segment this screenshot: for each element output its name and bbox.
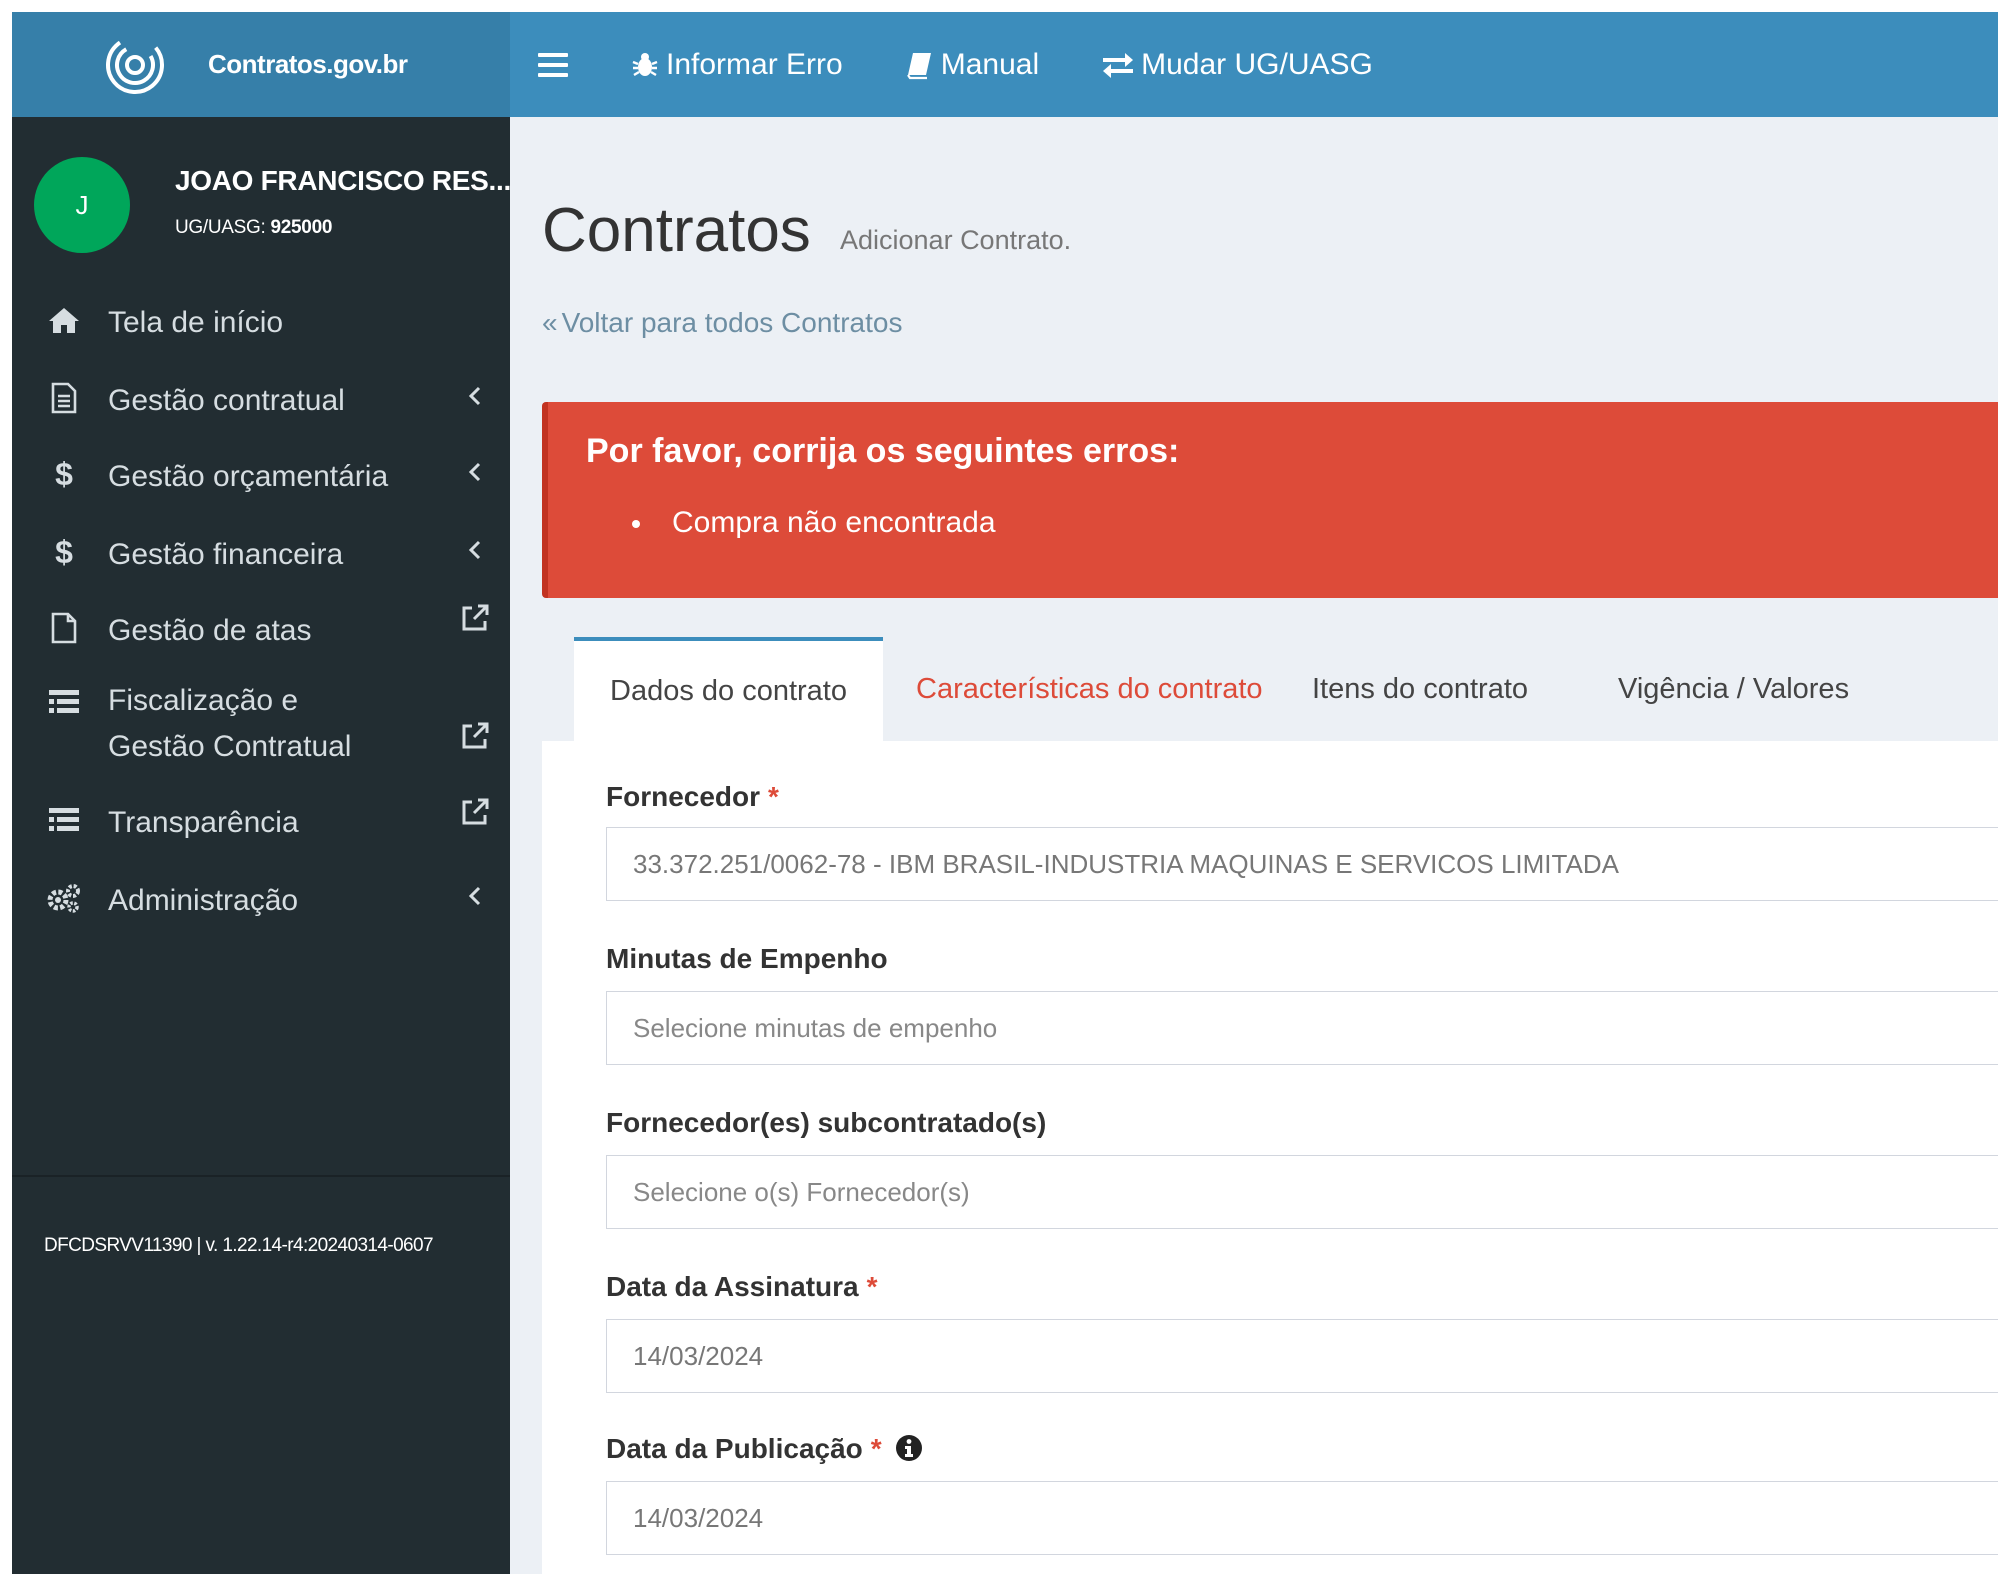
sidebar-item-transparencia[interactable]: Transparência bbox=[12, 792, 510, 852]
tab-dados-do-contrato[interactable]: Dados do contrato bbox=[574, 637, 883, 741]
page-title: Contratos bbox=[542, 196, 811, 265]
required-mark: * bbox=[870, 1433, 882, 1464]
page-subtitle: Adicionar Contrato. bbox=[840, 225, 1072, 255]
sidebar-item-label: Transparência bbox=[108, 806, 299, 839]
bug-icon bbox=[632, 52, 658, 76]
alert-title: Por favor, corrija os seguintes erros: bbox=[586, 432, 1180, 470]
sidebar-item-label: Gestão contratual bbox=[108, 384, 345, 417]
brand[interactable]: Contratos.gov.br bbox=[12, 12, 510, 117]
back-link-label: Voltar para todos Contratos bbox=[561, 307, 903, 338]
topnav-informar-erro[interactable]: Informar Erro bbox=[630, 48, 843, 82]
list-icon bbox=[46, 684, 82, 720]
dollar-icon: $ bbox=[55, 455, 73, 492]
fornecedor-select[interactable]: 33.372.251/0062-78 - IBM BRASIL-INDUSTRI… bbox=[606, 827, 1998, 901]
user-name: JOAO FRANCISCO RES... bbox=[175, 165, 511, 196]
info-icon[interactable] bbox=[895, 1434, 923, 1462]
data-publicacao-label-text: Data da Publicação bbox=[606, 1433, 863, 1464]
data-publicacao-label: Data da Publicação * bbox=[606, 1433, 923, 1465]
tab-vigencia-valores[interactable]: Vigência / Valores bbox=[1618, 637, 1849, 741]
sidebar-item-gestao-financeira[interactable]: $ Gestão financeira bbox=[12, 522, 510, 582]
data-publicacao-input[interactable]: 14/03/2024 bbox=[606, 1481, 1998, 1555]
cogs-icon bbox=[46, 880, 82, 916]
sidebar-item-gestao-de-atas[interactable]: Gestão de atas bbox=[12, 598, 510, 658]
brand-logo-icon bbox=[106, 35, 164, 94]
chevron-left-icon bbox=[460, 378, 490, 414]
required-mark: * bbox=[768, 781, 779, 812]
tab-caracteristicas-do-contrato[interactable]: Características do contrato bbox=[916, 637, 1263, 741]
sidebar-divider bbox=[12, 1175, 510, 1177]
app-frame: Contratos.gov.br Informar Erro Manual Mu… bbox=[12, 12, 1998, 1574]
form-panel: Fornecedor * 33.372.251/0062-78 - IBM BRA… bbox=[542, 741, 1998, 1574]
topnav-label: Manual bbox=[940, 47, 1040, 81]
chevron-left-icon bbox=[460, 454, 490, 490]
double-chevron-left-icon: « bbox=[542, 307, 558, 338]
sidebar-item-administracao[interactable]: Administração bbox=[12, 870, 510, 930]
sidebar-item-gestao-orcamentaria[interactable]: $ Gestão orçamentária bbox=[12, 444, 510, 504]
data-assinatura-label: Data da Assinatura * bbox=[606, 1271, 878, 1303]
external-link-icon bbox=[460, 600, 490, 636]
data-assinatura-label-text: Data da Assinatura bbox=[606, 1271, 859, 1302]
sidebar-item-label: Gestão de atas bbox=[108, 614, 312, 647]
user-ug-value: 925000 bbox=[270, 217, 333, 238]
user-panel: J JOAO FRANCISCO RES... UG/UASG: 925000 bbox=[34, 157, 511, 257]
sidebar-item-label: Administração bbox=[108, 884, 299, 917]
exchange-icon bbox=[1103, 52, 1134, 78]
back-link[interactable]: «Voltar para todos Contratos bbox=[542, 307, 902, 339]
data-assinatura-input[interactable]: 14/03/2024 bbox=[606, 1319, 1998, 1393]
topnav-manual[interactable]: Manual bbox=[905, 48, 1039, 82]
home-icon bbox=[46, 302, 82, 338]
version-footer: DFCDSRVV11390 | v. 1.22.14-r4:20240314-0… bbox=[44, 1235, 434, 1256]
top-nav: Informar Erro Manual Mudar UG/UASG bbox=[510, 12, 1373, 117]
file-icon bbox=[46, 610, 82, 646]
sidebar-item-fiscalizacao[interactable]: Fiscalização e Gestão Contratual bbox=[12, 674, 510, 774]
user-ug-label: UG/UASG: bbox=[175, 217, 266, 238]
tabs-bar: Dados do contrato Características do con… bbox=[542, 637, 1998, 741]
external-link-icon bbox=[460, 794, 490, 830]
external-link-icon bbox=[460, 718, 490, 754]
main-content: Contratos Adicionar Contrato. «Voltar pa… bbox=[510, 117, 1998, 1574]
avatar: J bbox=[34, 157, 130, 253]
menu-toggle-icon[interactable] bbox=[538, 52, 568, 77]
document-icon bbox=[46, 380, 82, 416]
topnav-label: Informar Erro bbox=[666, 47, 843, 81]
minutas-label: Minutas de Empenho bbox=[606, 943, 888, 974]
error-alert: Por favor, corrija os seguintes erros: C… bbox=[542, 402, 1998, 598]
minutas-select[interactable]: Selecione minutas de empenho bbox=[606, 991, 1998, 1065]
chevron-left-icon bbox=[460, 532, 490, 568]
alert-error-item: Compra não encontrada bbox=[632, 506, 996, 540]
fornecedor-label-text: Fornecedor bbox=[606, 781, 761, 812]
topnav-label: Mudar UG/UASG bbox=[1141, 47, 1373, 81]
top-bar: Contratos.gov.br Informar Erro Manual Mu… bbox=[12, 12, 1998, 117]
sidebar-item-gestao-contratual[interactable]: Gestão contratual bbox=[12, 368, 510, 428]
alert-error-list: Compra não encontrada bbox=[632, 506, 996, 540]
required-mark: * bbox=[866, 1271, 878, 1302]
subcontratados-label: Fornecedor(es) subcontratado(s) bbox=[606, 1107, 1047, 1138]
sidebar-item-tela-de-inicio[interactable]: Tela de início bbox=[12, 292, 510, 352]
sidebar: J JOAO FRANCISCO RES... UG/UASG: 925000 … bbox=[12, 117, 511, 1574]
sidebar-item-label: Gestão orçamentária bbox=[108, 460, 389, 493]
brand-name: Contratos.gov.br bbox=[208, 49, 408, 79]
user-ug: UG/UASG: 925000 bbox=[175, 217, 332, 239]
sidebar-item-label: Tela de início bbox=[108, 306, 284, 339]
tab-itens-do-contrato[interactable]: Itens do contrato bbox=[1312, 637, 1528, 741]
book-icon bbox=[906, 52, 931, 79]
subcontratados-select[interactable]: Selecione o(s) Fornecedor(s) bbox=[606, 1155, 1998, 1229]
sidebar-item-label: Gestão Contratual bbox=[108, 730, 352, 763]
chevron-left-icon bbox=[460, 878, 490, 914]
fornecedor-label: Fornecedor * bbox=[606, 781, 779, 813]
dollar-icon: $ bbox=[55, 533, 73, 570]
list-icon bbox=[46, 802, 82, 838]
topnav-mudar-ug[interactable]: Mudar UG/UASG bbox=[1101, 48, 1373, 82]
sidebar-item-label: Gestão financeira bbox=[108, 538, 344, 571]
sidebar-item-label: Fiscalização e bbox=[108, 684, 299, 717]
